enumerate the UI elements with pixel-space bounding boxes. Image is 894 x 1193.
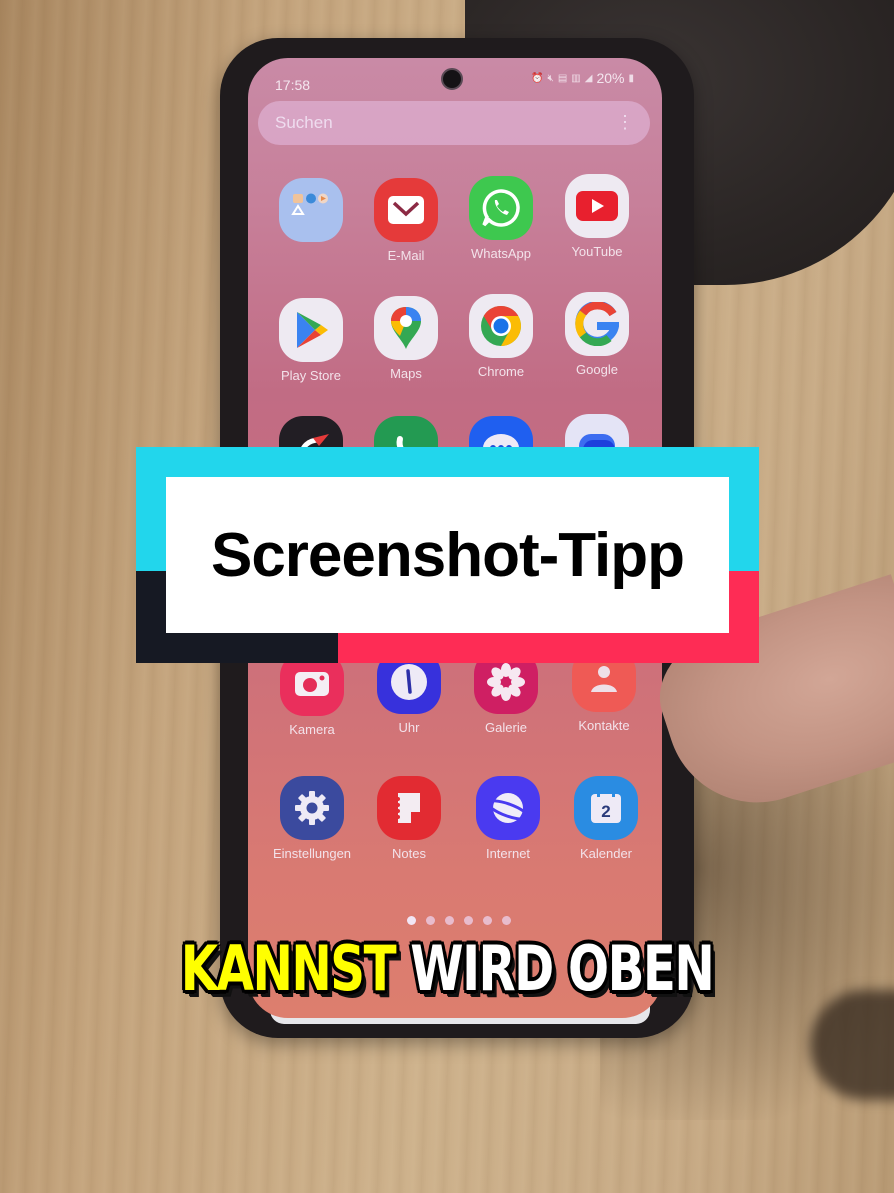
app-youtube[interactable]: YouTube — [549, 174, 645, 259]
google-icon — [565, 292, 629, 356]
app-label: Notes — [392, 846, 426, 861]
search-input[interactable]: Suchen ⋮ — [258, 101, 650, 145]
app-notes[interactable]: Notes — [361, 776, 457, 861]
app-label: Einstellungen — [272, 846, 352, 861]
app-label: Maps — [390, 366, 422, 381]
app-label: E-Mail — [387, 248, 425, 263]
app-label: Internet — [485, 846, 531, 861]
more-options-icon[interactable]: ⋮ — [616, 109, 634, 135]
page-dot[interactable] — [464, 916, 473, 925]
page-dot[interactable] — [445, 916, 454, 925]
play-store-icon — [279, 298, 343, 362]
status-bar: 17:58 ⏰ 🔇︎ ▤ ▥ ◢ 20% ▮ — [248, 58, 662, 98]
app-label: Kontakte — [578, 718, 630, 733]
app-internet[interactable]: Internet — [460, 776, 556, 861]
calendar-icon: 2 — [574, 776, 638, 840]
app-chrome[interactable]: Chrome — [453, 294, 549, 379]
app-label: Chrome — [477, 364, 525, 379]
app-folder[interactable] — [263, 178, 359, 248]
title-banner: Screenshot-Tipp — [136, 447, 759, 663]
page-dot[interactable] — [483, 916, 492, 925]
app-label: Play Store — [281, 368, 341, 383]
internet-icon — [476, 776, 540, 840]
search-placeholder: Suchen — [275, 113, 333, 132]
5g-icon: ▥ — [571, 72, 581, 84]
youtube-icon — [565, 174, 629, 238]
page-indicator[interactable] — [407, 916, 511, 925]
app-kalender[interactable]: 2 Kalender — [558, 776, 654, 861]
chrome-icon — [469, 294, 533, 358]
caption-rest: WIRD OBEN — [410, 932, 715, 1005]
caption-highlight-word: KANNST — [180, 932, 397, 1005]
maps-icon — [374, 296, 438, 360]
app-label: WhatsApp — [471, 246, 531, 261]
app-whatsapp[interactable]: WhatsApp — [453, 176, 549, 261]
whatsapp-icon — [469, 176, 533, 240]
banner-title: Screenshot-Tipp — [210, 520, 685, 590]
battery-percent: 20% — [596, 70, 625, 86]
notes-icon — [377, 776, 441, 840]
volte-icon: ▤ — [557, 72, 568, 84]
battery-icon: ▮ — [628, 72, 634, 84]
alarm-icon: ⏰ — [531, 72, 544, 84]
signal-icon: ◢ — [584, 72, 593, 84]
calendar-day: 2 — [601, 802, 610, 821]
email-icon — [374, 178, 438, 242]
mute-icon: 🔇︎ — [547, 72, 554, 84]
app-label: YouTube — [571, 244, 623, 259]
folder-icon — [279, 178, 343, 242]
app-label: Kalender — [579, 846, 633, 861]
status-time: 17:58 — [275, 77, 311, 93]
page-dot-active[interactable] — [407, 916, 416, 925]
app-email[interactable]: E-Mail — [358, 178, 454, 263]
app-label: Uhr — [398, 720, 420, 735]
app-label: Kamera — [289, 722, 335, 737]
settings-icon — [280, 776, 344, 840]
app-einstellungen[interactable]: Einstellungen — [264, 776, 360, 861]
app-play-store[interactable]: Play Store — [263, 298, 359, 383]
front-camera — [441, 68, 463, 90]
app-maps[interactable]: Maps — [358, 296, 454, 381]
caption-subtitle: KANNST WIRD OBEN — [98, 932, 795, 1005]
app-kamera[interactable]: Kamera — [264, 652, 360, 737]
page-dot[interactable] — [426, 916, 435, 925]
app-label: Google — [576, 362, 618, 377]
page-dot[interactable] — [502, 916, 511, 925]
banner-title-box: Screenshot-Tipp — [166, 477, 729, 633]
app-google[interactable]: Google — [549, 292, 645, 377]
app-label: Galerie — [485, 720, 527, 735]
status-icons: ⏰ 🔇︎ ▤ ▥ ◢ 20% ▮ — [531, 70, 634, 86]
